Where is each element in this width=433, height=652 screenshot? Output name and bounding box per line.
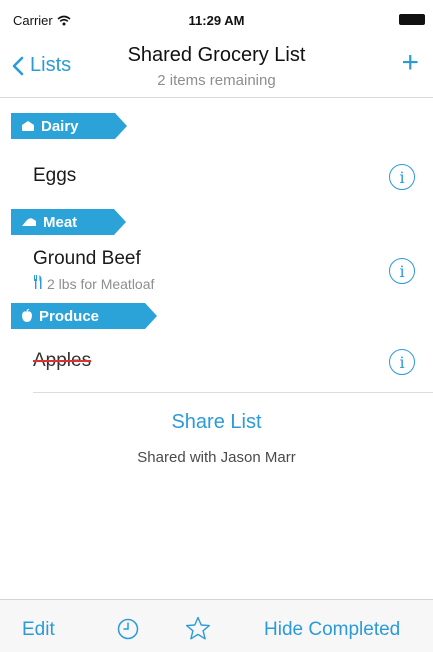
add-item-button[interactable]: + xyxy=(401,48,419,78)
list-item-apples-completed[interactable]: Apples xyxy=(33,350,91,372)
list-item-eggs[interactable]: Eggs xyxy=(33,165,76,187)
info-button-apples[interactable]: i xyxy=(389,349,415,375)
navigation-bar: Lists Shared Grocery List 2 items remain… xyxy=(0,34,433,98)
category-header-produce: Produce xyxy=(11,303,157,329)
hide-completed-button[interactable]: Hide Completed xyxy=(264,619,400,641)
shared-with-text: Shared with Jason Marr xyxy=(137,449,296,466)
category-header-dairy: Dairy xyxy=(11,113,127,139)
battery-icon xyxy=(399,14,425,25)
share-list-button[interactable]: Share List xyxy=(0,411,433,434)
fork-knife-icon xyxy=(33,275,43,292)
apple-icon xyxy=(21,309,33,323)
edit-button[interactable]: Edit xyxy=(22,619,55,641)
favorite-star-icon[interactable] xyxy=(185,616,211,646)
list-divider xyxy=(33,392,433,393)
info-button-ground-beef[interactable]: i xyxy=(389,258,415,284)
items-remaining-subtitle: 2 items remaining xyxy=(157,72,276,89)
category-label: Dairy xyxy=(41,117,79,135)
list-item-ground-beef[interactable]: Ground Beef xyxy=(33,248,141,270)
meat-icon xyxy=(21,217,37,227)
category-header-meat: Meat xyxy=(11,209,126,235)
status-bar: Carrier 11:29 AM xyxy=(0,0,433,34)
item-note: 2 lbs for Meatloaf xyxy=(33,275,154,292)
cheese-icon xyxy=(21,120,35,132)
category-label: Produce xyxy=(39,307,100,325)
info-button-eggs[interactable]: i xyxy=(389,164,415,190)
item-note-text: 2 lbs for Meatloaf xyxy=(47,275,155,292)
bottom-toolbar: Edit Hide Completed xyxy=(0,599,433,652)
status-time: 11:29 AM xyxy=(188,13,245,28)
grocery-list-screen: Carrier 11:29 AM Lists Shared Grocery Li… xyxy=(0,0,433,652)
page-title: Shared Grocery List xyxy=(127,44,306,66)
category-label: Meat xyxy=(43,213,78,231)
history-clock-icon[interactable] xyxy=(117,618,139,645)
